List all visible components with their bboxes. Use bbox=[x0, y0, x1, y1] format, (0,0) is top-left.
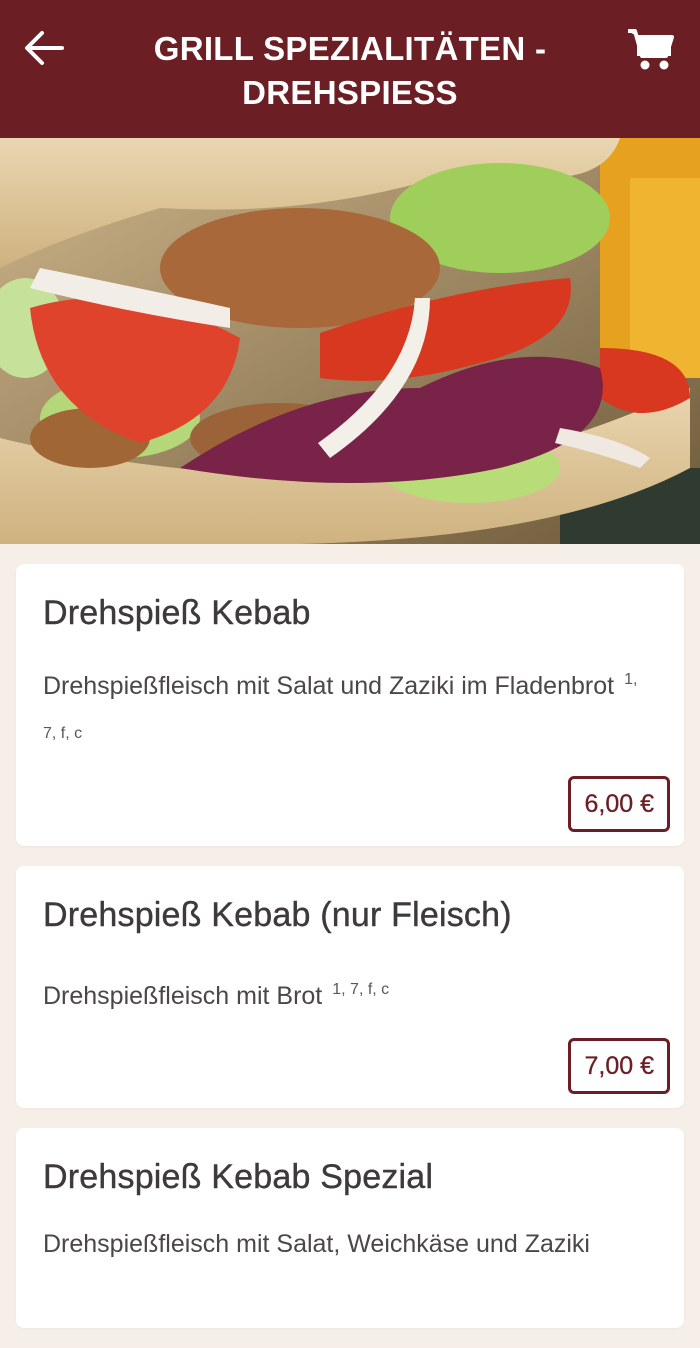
arrow-left-icon[interactable] bbox=[22, 28, 66, 68]
hero-image bbox=[0, 138, 700, 544]
page-title: GRILL SPEZIALITÄTEN - DREHSPIESS bbox=[153, 30, 547, 111]
item-name: Drehspieß Kebab bbox=[43, 594, 311, 632]
app-header: GRILL SPEZIALITÄTEN - DREHSPIESS bbox=[0, 0, 700, 138]
menu-item-card[interactable]: Drehspieß Kebab (nur Fleisch) Drehspießf… bbox=[16, 866, 684, 1108]
price-button[interactable]: 7,00 € bbox=[568, 1038, 670, 1094]
menu-item-card[interactable]: Drehspieß Kebab Spezial Drehspießfleisch… bbox=[16, 1128, 684, 1328]
shopping-cart-icon[interactable] bbox=[626, 26, 674, 72]
item-name: Drehspieß Kebab (nur Fleisch) bbox=[43, 896, 512, 934]
item-name: Drehspieß Kebab Spezial bbox=[43, 1158, 434, 1196]
item-allergens: 1, 7, f, c bbox=[332, 981, 390, 998]
menu-item-list: Drehspieß Kebab Drehspießfleisch mit Sal… bbox=[16, 564, 684, 1348]
item-description: Drehspießfleisch mit Salat und Zaziki im… bbox=[43, 671, 638, 742]
item-description: Drehspießfleisch mit Brot 1, 7, f, c bbox=[43, 981, 390, 1010]
menu-item-card[interactable]: Drehspieß Kebab Drehspießfleisch mit Sal… bbox=[16, 564, 684, 846]
item-description: Drehspießfleisch mit Salat, Weichkäse un… bbox=[43, 1230, 590, 1258]
price-button[interactable]: 6,00 € bbox=[568, 776, 670, 832]
